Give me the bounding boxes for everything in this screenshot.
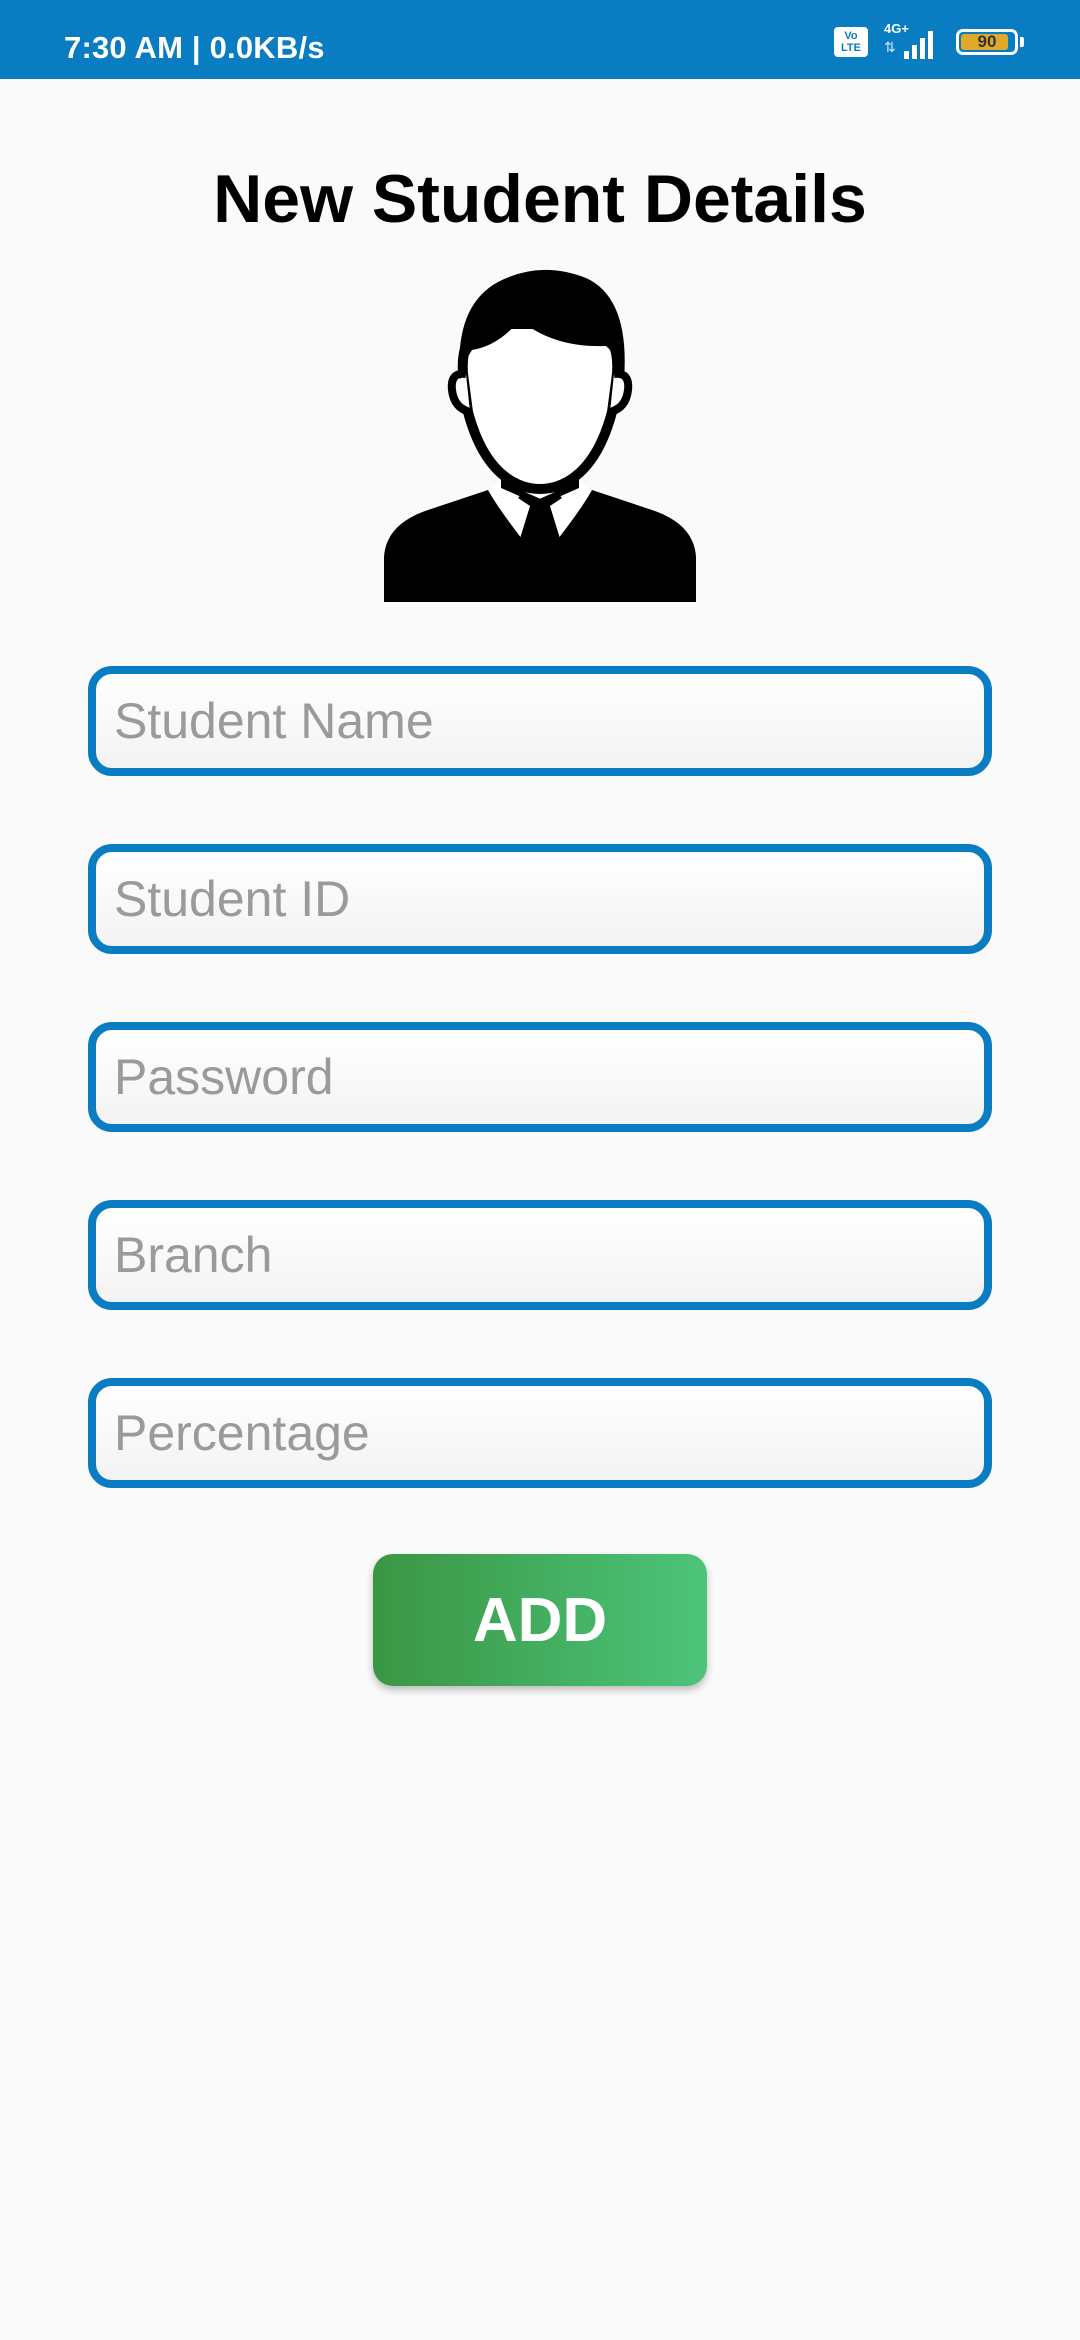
password-field[interactable]	[88, 1022, 992, 1132]
volte-top-label: Vo	[844, 30, 858, 42]
signal-icon: 4G+ ⇅	[882, 21, 942, 61]
signal-bars-icon	[904, 31, 933, 59]
battery-icon: 90	[956, 29, 1024, 55]
status-icons: Vo LTE 4G+ ⇅ 90	[834, 21, 1024, 62]
percentage-field[interactable]	[88, 1378, 992, 1488]
volte-icon: Vo LTE	[834, 27, 868, 57]
page-title: New Student Details	[213, 161, 867, 237]
person-with-tie-icon	[384, 269, 696, 602]
add-button[interactable]: ADD	[373, 1554, 707, 1686]
student-id-field[interactable]	[88, 844, 992, 954]
branch-field[interactable]	[88, 1200, 992, 1310]
volte-bottom-label: LTE	[841, 42, 861, 54]
battery-percentage: 90	[977, 32, 997, 51]
status-time-speed: 7:30 AM | 0.0KB/s	[64, 30, 325, 65]
student-name-field[interactable]	[88, 666, 992, 776]
battery-nub	[1020, 37, 1024, 47]
status-bar: 7:30 AM | 0.0KB/s Vo LTE 4G+ ⇅ 90	[0, 0, 1080, 79]
